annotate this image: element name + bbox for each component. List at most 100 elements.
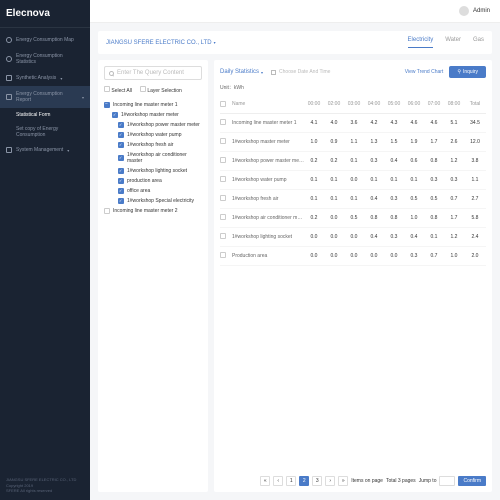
checkbox[interactable] — [118, 178, 124, 184]
nav-energy-report[interactable]: Energy Consumption Report▾ — [0, 86, 90, 108]
sidebar: Elecnova Energy Consumption Map Energy C… — [0, 0, 90, 500]
breadcrumb[interactable]: JIANGSU SFERE ELECTRIC CO., LTD▾ — [106, 40, 216, 46]
checkbox[interactable] — [104, 208, 110, 214]
checkbox[interactable] — [118, 142, 124, 148]
avatar[interactable] — [459, 6, 469, 16]
table-row: Incoming line master meter 14.14.03.64.2… — [220, 114, 486, 133]
page-first[interactable]: « — [260, 476, 270, 486]
tree-item[interactable]: 1#workshop air conditioner master — [104, 150, 202, 166]
checkbox[interactable] — [112, 112, 118, 118]
page-3[interactable]: 3 — [312, 476, 322, 486]
checkbox[interactable] — [118, 155, 124, 161]
column-header[interactable]: 06:00 — [404, 101, 424, 109]
column-header[interactable]: 05:00 — [384, 101, 404, 109]
search-input[interactable]: Enter The Query Content — [104, 66, 202, 80]
nav-system-mgmt[interactable]: System Management▾ — [0, 142, 90, 158]
table-row: Production area0.00.00.00.00.00.30.71.02… — [220, 247, 486, 266]
column-header[interactable]: 04:00 — [364, 101, 384, 109]
nav-statistical-form[interactable]: Statistical Form — [0, 108, 90, 122]
tree-panel: Enter The Query Content Select All Layer… — [98, 60, 208, 492]
tab-water[interactable]: Water — [445, 37, 461, 48]
column-header[interactable]: 02:00 — [324, 101, 344, 109]
tree-item[interactable]: office area — [104, 186, 202, 196]
table-row: 1#workshop fresh air0.10.10.10.40.30.50.… — [220, 190, 486, 209]
checkbox[interactable] — [220, 195, 226, 201]
checkbox[interactable] — [118, 122, 124, 128]
table-row: 1#workshop lighting socket0.00.00.00.40.… — [220, 228, 486, 247]
total-pages-label: Total 3 pages — [386, 478, 416, 484]
tabs: Electricity Water Gas — [408, 37, 484, 48]
table-row: 1#workshop power master meter0.20.20.10.… — [220, 152, 486, 171]
tree-item[interactable]: Incoming line master meter 1 — [104, 100, 202, 110]
select-all[interactable]: Select All — [104, 86, 132, 94]
logo: Elecnova — [0, 0, 90, 28]
tree-item[interactable]: 1#workshop fresh air — [104, 140, 202, 150]
checkbox[interactable] — [220, 157, 226, 163]
tab-electricity[interactable]: Electricity — [408, 37, 434, 48]
tree-item[interactable]: 1#workshop power master meter — [104, 120, 202, 130]
column-header[interactable]: 07:00 — [424, 101, 444, 109]
username[interactable]: Admin — [473, 8, 490, 14]
checkbox[interactable] — [118, 198, 124, 204]
data-table: Name00:0002:0003:0004:0005:0006:0007:000… — [220, 97, 486, 468]
search-icon: ⚲ — [457, 69, 461, 75]
column-header[interactable]: Name — [232, 101, 304, 109]
nav-energy-map[interactable]: Energy Consumption Map — [0, 32, 90, 48]
nav-synthetic[interactable]: Synthetic Analysis▾ — [0, 70, 90, 86]
column-header[interactable]: 00:00 — [304, 101, 324, 109]
table-row: 1#workshop master meter1.00.91.11.31.51.… — [220, 133, 486, 152]
column-header[interactable]: Total — [464, 101, 486, 109]
checkbox[interactable] — [220, 233, 226, 239]
checkbox[interactable] — [220, 138, 226, 144]
pagination: « ‹ 1 2 3 › » Items on page Total 3 page… — [220, 472, 486, 486]
tab-gas[interactable]: Gas — [473, 37, 484, 48]
column-header[interactable]: 03:00 — [344, 101, 364, 109]
checkbox[interactable] — [220, 252, 226, 258]
nav-set-copy[interactable]: Set copy of Energy Consumption — [0, 122, 90, 142]
calendar-icon — [271, 70, 276, 75]
column-header[interactable]: 08:00 — [444, 101, 464, 109]
tree-item[interactable]: 1#workshop Special electricity — [104, 196, 202, 206]
chevron-down-icon: ▾ — [82, 95, 84, 100]
page-next[interactable]: › — [325, 476, 335, 486]
checkbox[interactable] — [220, 214, 226, 220]
view-trend-button[interactable]: View Trend Chart — [405, 69, 444, 75]
body-row: Enter The Query Content Select All Layer… — [98, 60, 492, 492]
items-per-page-label: Items on page — [351, 478, 383, 484]
inquiry-button[interactable]: ⚲Inquiry — [449, 66, 486, 78]
chevron-down-icon: ▾ — [67, 148, 69, 153]
tree: Incoming line master meter 11#workshop m… — [104, 100, 202, 216]
layer-selection[interactable]: Layer Selection — [140, 86, 182, 94]
toolbar: Daily Statistics▾ Choose Date And Time V… — [220, 66, 486, 78]
page-prev[interactable]: ‹ — [273, 476, 283, 486]
tree-item[interactable]: 1#workshop water pump — [104, 130, 202, 140]
topbar: Admin — [90, 0, 500, 23]
checkbox[interactable] — [118, 132, 124, 138]
checkbox[interactable] — [220, 119, 226, 125]
tree-item[interactable]: production area — [104, 176, 202, 186]
checkbox[interactable] — [118, 188, 124, 194]
checkbox[interactable] — [118, 168, 124, 174]
unit-label: Unit：kWh — [220, 82, 486, 93]
data-panel: Daily Statistics▾ Choose Date And Time V… — [214, 60, 492, 492]
checkbox[interactable] — [220, 176, 226, 182]
stats-icon — [6, 56, 12, 62]
chevron-down-icon: ▾ — [261, 70, 263, 75]
jump-label: Jump to — [419, 478, 437, 484]
confirm-button[interactable]: Confirm — [458, 476, 486, 486]
date-picker[interactable]: Choose Date And Time — [271, 69, 330, 75]
page-last[interactable]: » — [338, 476, 348, 486]
page-1[interactable]: 1 — [286, 476, 296, 486]
page-2[interactable]: 2 — [299, 476, 309, 486]
tree-item[interactable]: 1#workshop lighting socket — [104, 166, 202, 176]
sidebar-footer: JIANGSU SFERE ELECTRIC CO., LTD Copyrigh… — [0, 471, 90, 500]
period-dropdown[interactable]: Daily Statistics▾ — [220, 69, 263, 75]
checkbox[interactable] — [220, 101, 226, 107]
checkbox[interactable] — [104, 102, 110, 108]
gear-icon — [6, 147, 12, 153]
tree-item[interactable]: Incoming line master meter 2 — [104, 206, 202, 216]
page-jump-input[interactable] — [439, 476, 455, 486]
tree-item[interactable]: 1#workshop master meter — [104, 110, 202, 120]
nav-energy-stats[interactable]: Energy Consumption Statistics — [0, 48, 90, 70]
chevron-down-icon: ▾ — [60, 76, 62, 81]
